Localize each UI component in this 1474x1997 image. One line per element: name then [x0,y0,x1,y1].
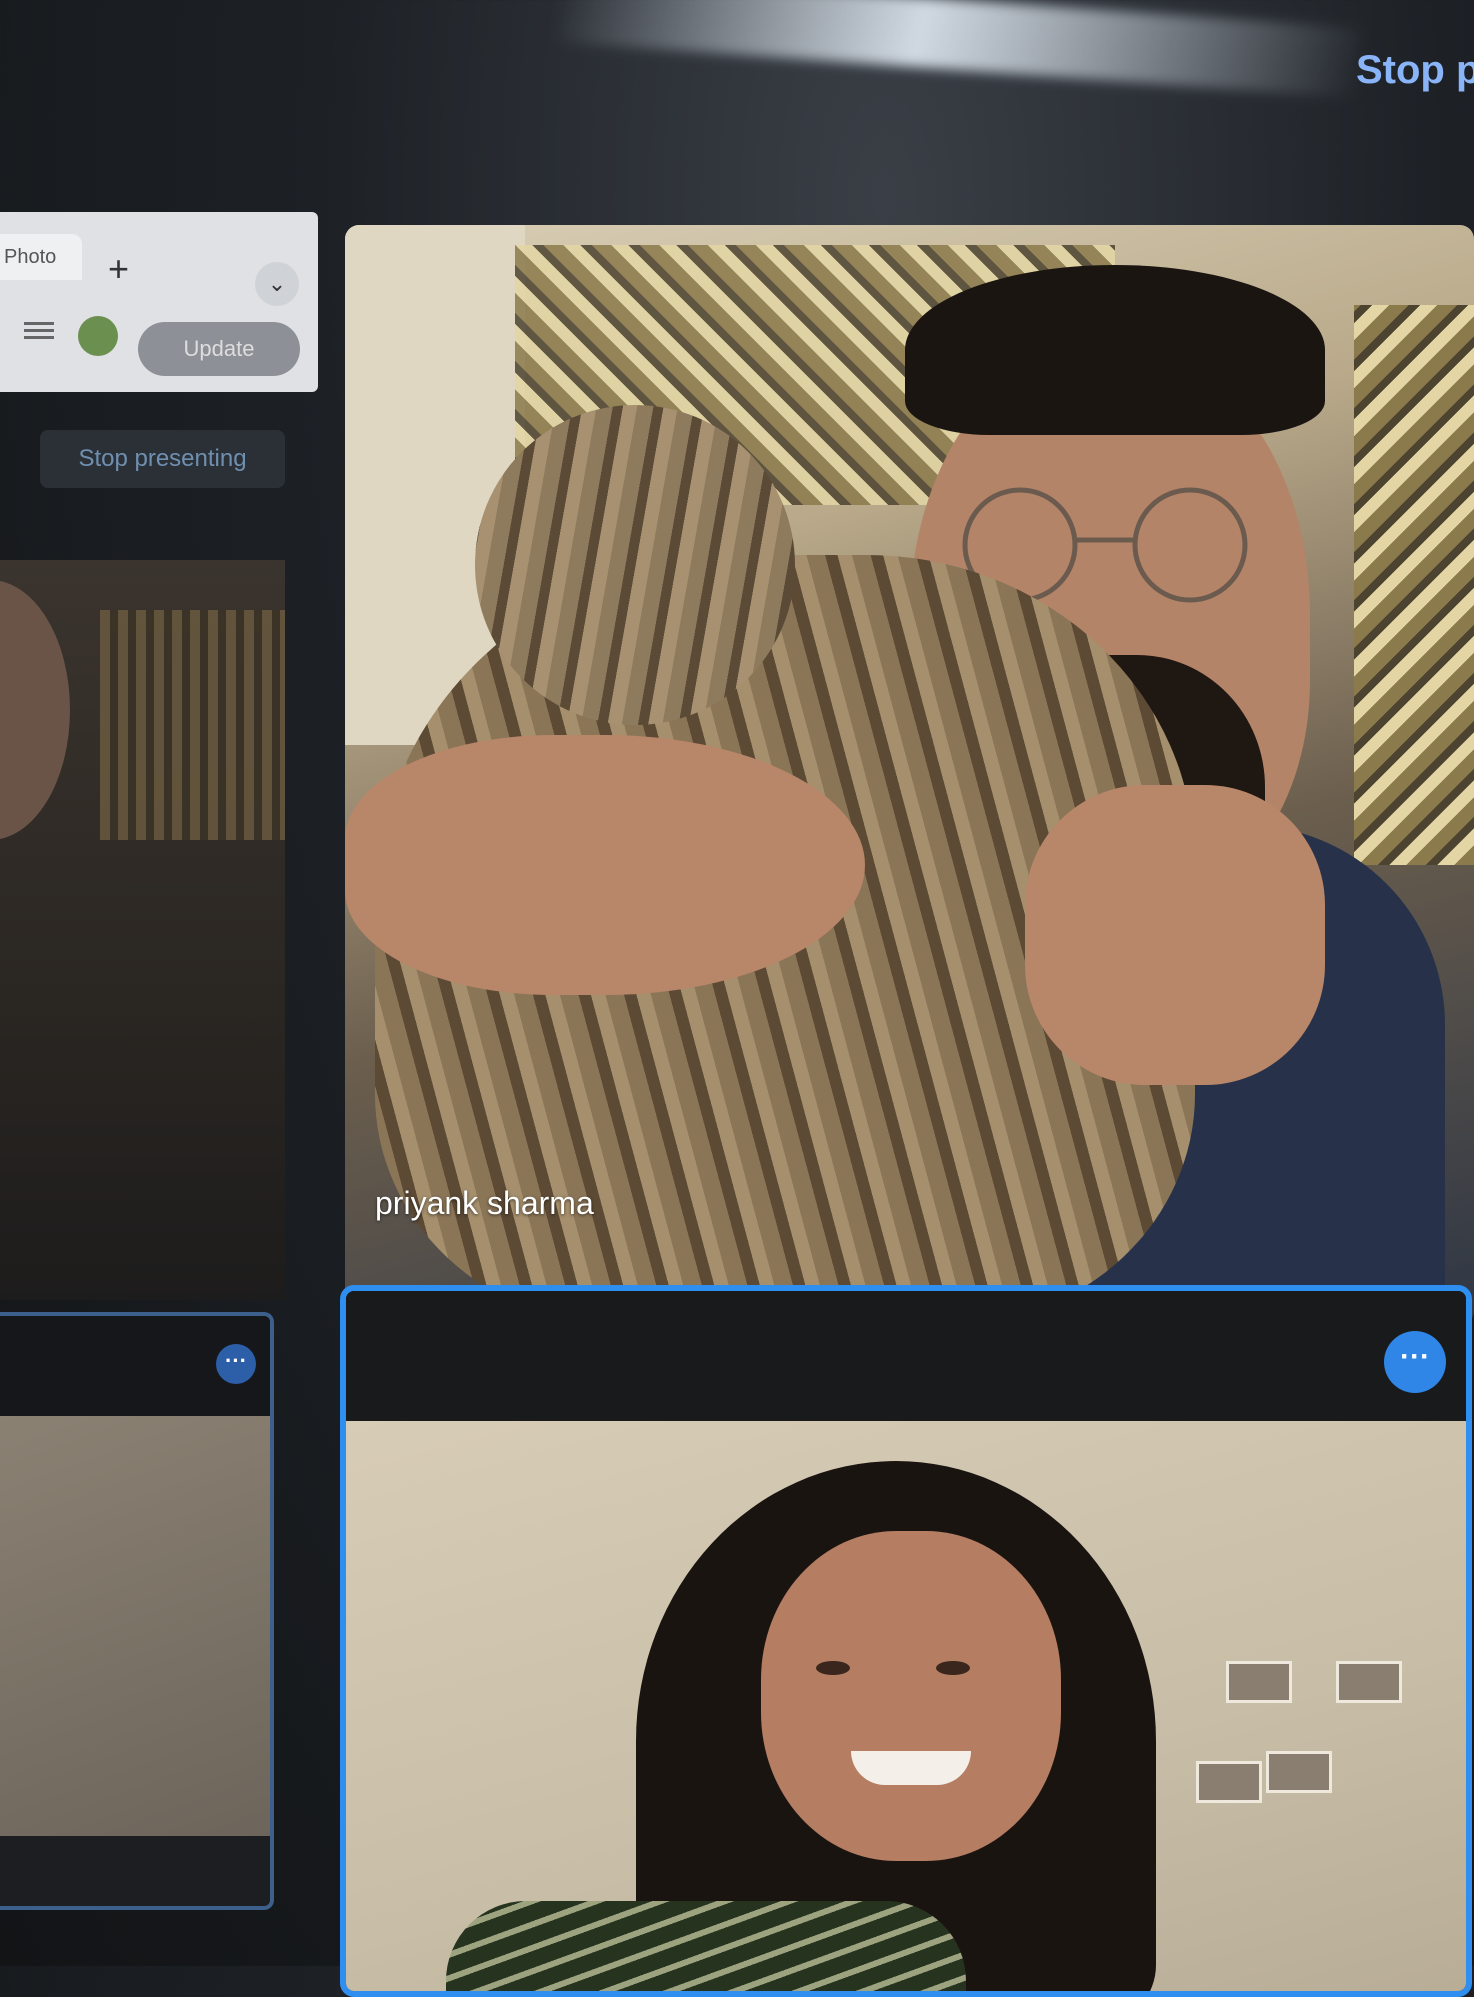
stop-presenting-top-button[interactable]: Stop p [1356,48,1474,93]
cat-head [475,405,795,725]
chevron-down-icon[interactable]: ⌄ [255,262,299,306]
participant-video [0,580,70,840]
list-icon[interactable] [24,318,54,344]
update-button[interactable]: Update [138,322,300,376]
participant-tile-active: ··· [340,1285,1472,1997]
wall-photo [1336,1661,1402,1703]
extension-icon[interactable] [78,316,118,356]
participant-face [761,1531,1061,1861]
participant-tile-main: priyank sharma [345,225,1474,1325]
screen-glare [558,0,1362,98]
browser-tab[interactable]: Photo [0,234,82,280]
stop-presenting-button[interactable]: Stop presenting [40,430,285,488]
more-options-icon[interactable]: ··· [216,1344,256,1384]
wall-photo [1266,1751,1332,1793]
participant-tile-left-bottom: ··· [0,1312,274,1910]
participant-name-label: priyank sharma [375,1185,594,1221]
participant-video [0,1416,270,1836]
more-options-icon[interactable]: ··· [1384,1331,1446,1393]
participant-tile-left-top [0,560,285,1300]
wall-photo [1196,1761,1262,1803]
plus-icon[interactable]: + [108,248,129,290]
cushion-pattern [100,610,285,840]
wall-photo [1226,1661,1292,1703]
